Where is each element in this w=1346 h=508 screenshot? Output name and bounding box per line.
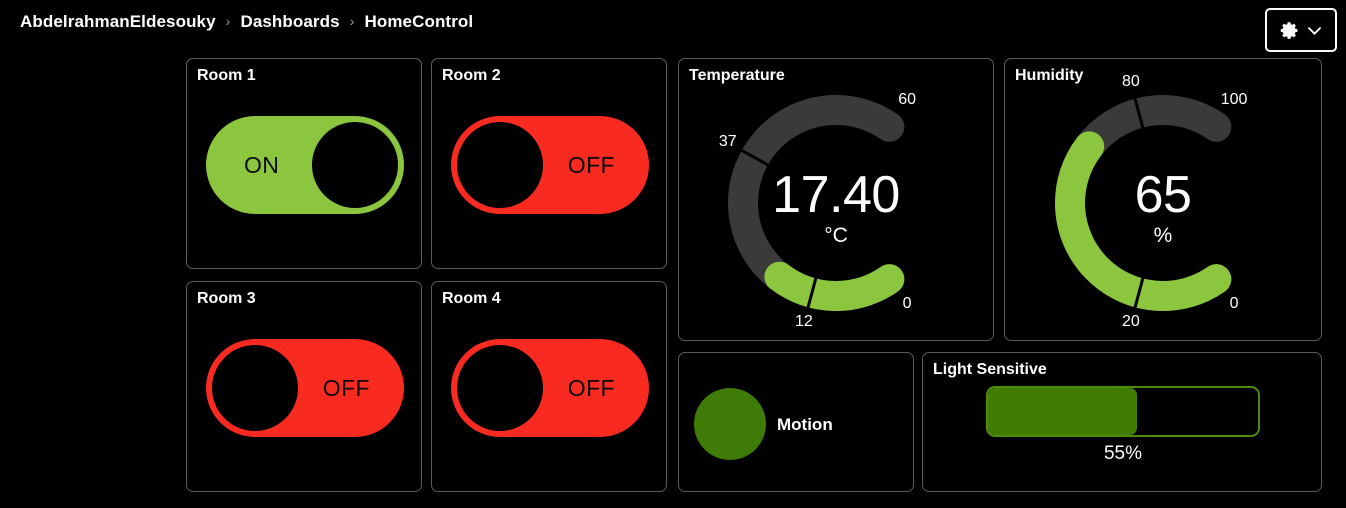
toggle-switch-room-3[interactable]: OFF — [206, 339, 404, 437]
light-progress-bar — [986, 386, 1260, 437]
breadcrumb-item-homecontrol[interactable]: HomeControl — [364, 12, 473, 32]
settings-dropdown-button[interactable] — [1265, 8, 1337, 52]
toggle-knob — [455, 120, 545, 210]
gauge-marker-low: 12 — [795, 312, 813, 330]
breadcrumb-separator-icon: › — [225, 13, 231, 29]
motion-label: Motion — [777, 415, 833, 434]
toggle-state-label: OFF — [567, 374, 615, 401]
card-temperature-gauge: Temperature 17.40 °C 0 60 12 37 — [678, 58, 994, 341]
breadcrumb-item-dashboards[interactable]: Dashboards — [240, 12, 339, 32]
gauge-temperature: 17.40 °C 0 60 12 37 — [679, 87, 993, 337]
gauge-marker-high: 37 — [718, 132, 737, 150]
gauge-min-label: 0 — [1229, 294, 1239, 312]
gauge-marker-high: 80 — [1122, 73, 1140, 91]
card-title: Room 1 — [197, 67, 256, 84]
card-room-3: Room 3 OFF — [186, 281, 422, 492]
toggle-knob — [455, 343, 545, 433]
toggle-switch-room-4[interactable]: OFF — [451, 339, 649, 437]
breadcrumb-item-user[interactable]: AbdelrahmanEldesouky — [20, 12, 216, 32]
breadcrumb-separator-icon: › — [349, 13, 355, 29]
gauge-humidity: 65 % 0 100 20 80 — [1005, 73, 1321, 337]
card-title: Room 4 — [442, 290, 501, 307]
gauge-min-label: 0 — [902, 294, 912, 312]
card-light-sensitive: Light Sensitive 55% — [922, 352, 1322, 492]
card-title: Light Sensitive — [933, 361, 1047, 378]
breadcrumb: AbdelrahmanEldesouky › Dashboards › Home… — [20, 12, 473, 32]
toggle-knob — [310, 120, 400, 210]
gear-icon — [1279, 20, 1300, 41]
top-header: AbdelrahmanEldesouky › Dashboards › Home… — [0, 0, 1346, 52]
toggle-knob — [210, 343, 300, 433]
card-humidity-gauge: Humidity 65 % 0 100 20 80 — [1004, 58, 1322, 341]
toggle-switch-room-2[interactable]: OFF — [451, 116, 649, 214]
card-title: Room 2 — [442, 67, 501, 84]
toggle-state-label: OFF — [567, 151, 615, 178]
card-title: Temperature — [689, 67, 785, 84]
toggle-state-label: ON — [244, 151, 280, 178]
toggle-switch-room-1[interactable]: ON — [206, 116, 404, 214]
gauge-max-label: 60 — [898, 91, 917, 109]
chevron-down-icon — [1305, 21, 1324, 40]
gauge-max-label: 100 — [1220, 91, 1248, 109]
card-room-2: Room 2 OFF — [431, 58, 667, 269]
card-room-4: Room 4 OFF — [431, 281, 667, 492]
toggle-state-label: OFF — [322, 374, 370, 401]
light-percent-label: 55% — [1103, 443, 1143, 464]
gauge-marker-low: 20 — [1122, 312, 1140, 330]
card-title: Room 3 — [197, 290, 256, 307]
motion-led-indicator — [694, 388, 766, 460]
card-title: Humidity — [1015, 67, 1084, 84]
card-room-1: Room 1 ON — [186, 58, 422, 269]
light-progress-fill — [988, 388, 1137, 435]
card-motion-sensor: Motion — [678, 352, 914, 492]
